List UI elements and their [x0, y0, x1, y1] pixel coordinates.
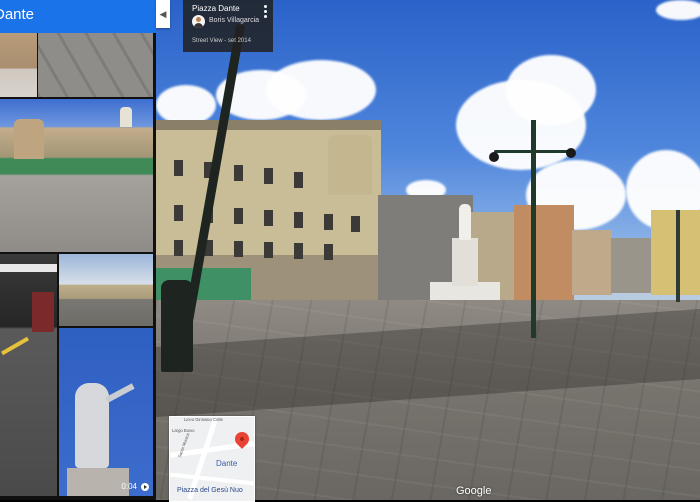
window — [294, 212, 303, 228]
building-right-3 — [514, 205, 574, 300]
photo-thumbnail[interactable] — [38, 33, 153, 97]
window — [174, 160, 183, 176]
window — [294, 172, 303, 188]
window — [234, 241, 243, 257]
window — [174, 240, 183, 256]
map-place-label: Dante — [216, 459, 238, 468]
map-road — [170, 472, 254, 486]
place-name: Piazza Dante — [192, 4, 240, 13]
building-roof — [156, 120, 381, 130]
window — [264, 210, 273, 226]
google-logo: Google — [456, 485, 492, 497]
statue — [459, 204, 471, 240]
video-duration: 0:04 — [121, 482, 137, 491]
statue-pedestal — [452, 238, 478, 286]
map-bottom-label: Piazza del Gesù Nuo — [177, 487, 243, 494]
window — [174, 205, 183, 221]
cloud — [266, 60, 376, 120]
photo-panel: Dante 0:04 — [0, 0, 156, 500]
lamp-arm — [494, 150, 574, 153]
window — [324, 244, 333, 260]
building-tower — [328, 135, 372, 195]
collapse-panel-button[interactable]: ◀ — [156, 0, 170, 28]
info-card: Piazza Dante Boris Villagarcia Street Vi… — [183, 0, 273, 52]
panel-title: Dante — [0, 6, 35, 23]
cloud — [506, 55, 596, 125]
lamp-globe — [566, 148, 576, 158]
photo-thumbnail[interactable] — [0, 254, 57, 496]
window — [234, 165, 243, 181]
photo-thumbnail[interactable] — [0, 99, 153, 252]
building-right-4 — [572, 230, 612, 295]
window — [294, 243, 303, 259]
minimap[interactable]: Liceo Ginnasio Cotte Largo Bovio Santa M… — [169, 416, 255, 502]
video-thumbnail[interactable]: 0:04 — [59, 328, 153, 496]
author-name[interactable]: Boris Villagarcia — [209, 17, 259, 24]
window — [264, 242, 273, 258]
lamp-post-left-base — [161, 280, 193, 372]
window — [351, 216, 360, 232]
window — [264, 168, 273, 184]
author-avatar[interactable] — [192, 15, 205, 28]
cloud — [156, 85, 216, 125]
more-options-icon[interactable] — [264, 5, 267, 20]
lamp-post-far — [676, 210, 680, 302]
capture-date: Street View - set 2014 — [192, 38, 251, 44]
chevron-left-icon: ◀ — [159, 8, 167, 19]
photo-thumbnail[interactable] — [59, 254, 153, 326]
window — [234, 208, 243, 224]
panel-header: Dante — [0, 0, 156, 33]
cloud — [656, 0, 700, 20]
play-icon — [141, 482, 149, 491]
map-street-label: Liceo Ginnasio Cotte — [184, 418, 223, 423]
video-badge: 0:04 — [121, 482, 149, 491]
photo-thumbnail[interactable] — [0, 33, 37, 97]
building-right-5 — [611, 238, 651, 293]
window — [324, 214, 333, 230]
map-street-label: Largo Bovio — [172, 429, 195, 434]
lamp-globe — [489, 152, 499, 162]
